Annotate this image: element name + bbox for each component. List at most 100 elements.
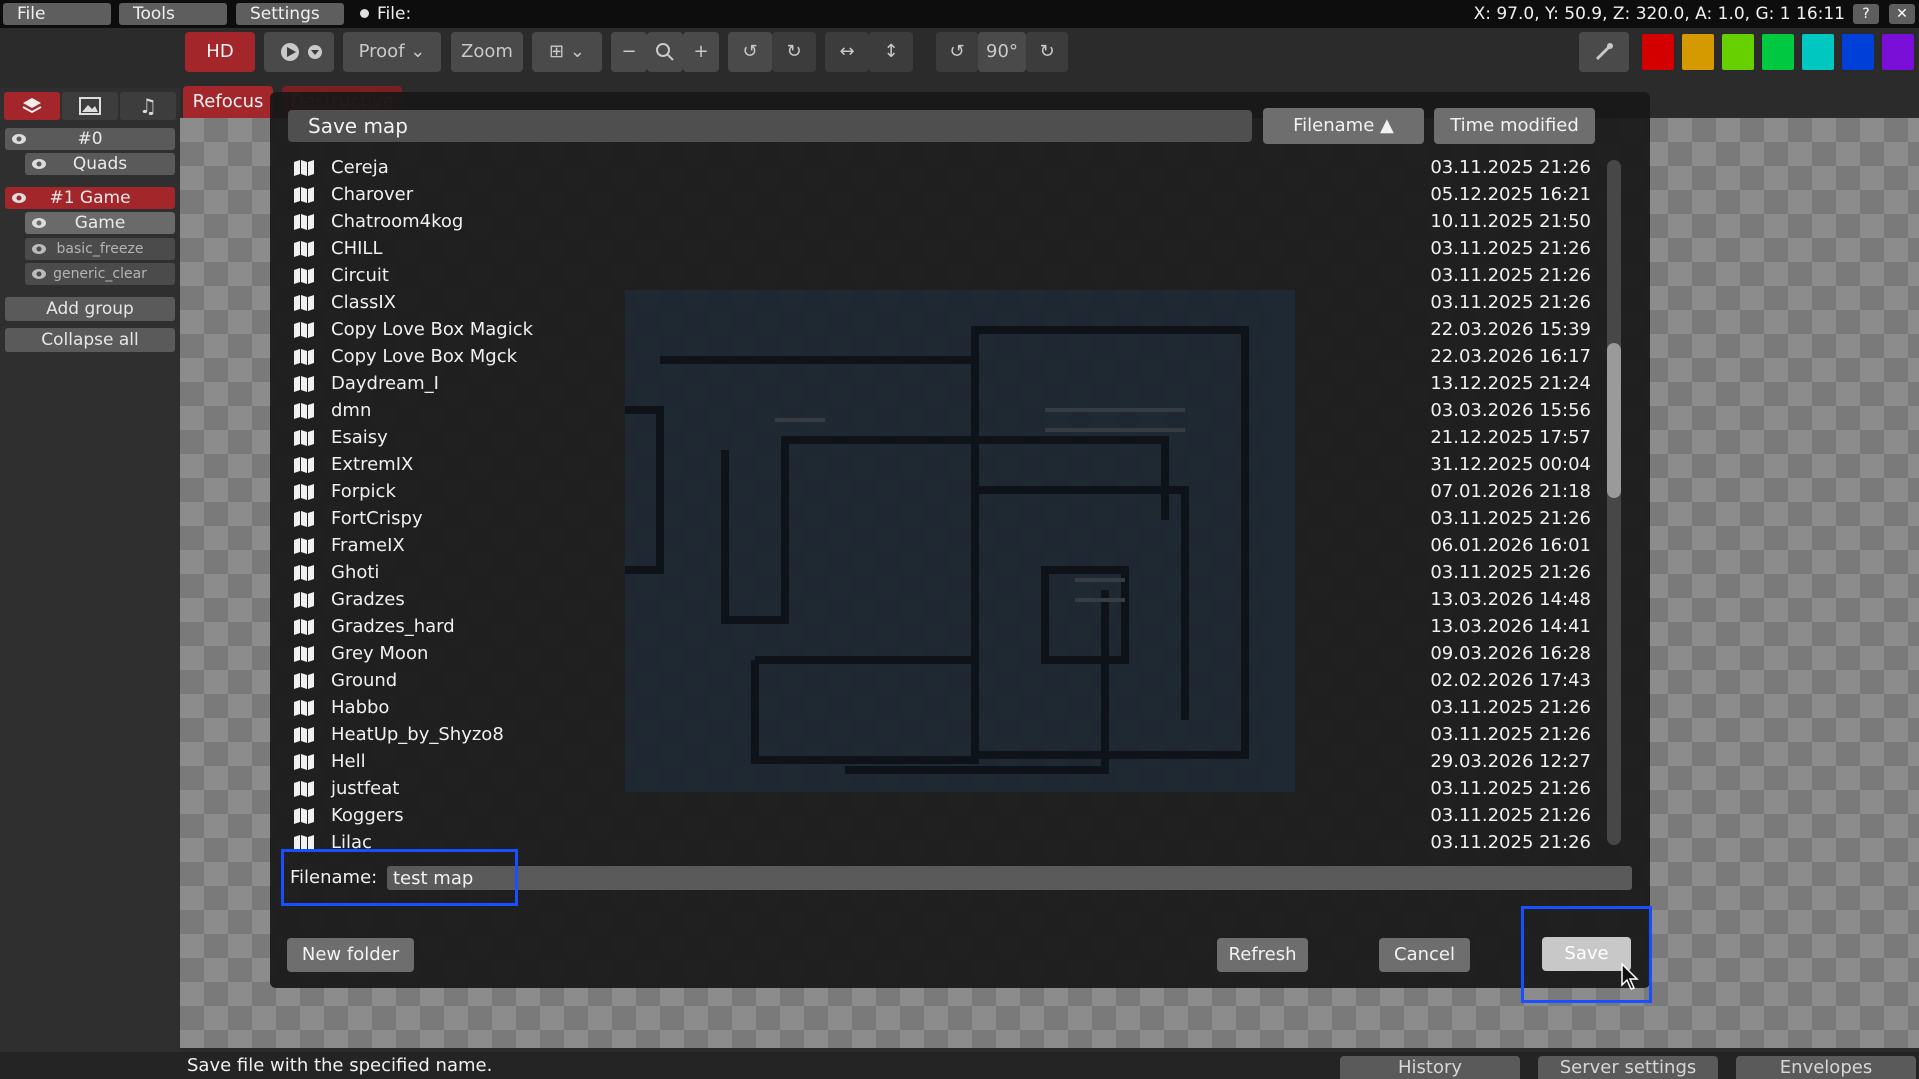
status-readout: X: 97.0, Y: 50.9, Z: 320.0, A: 1.0, G: 1… — [1473, 4, 1845, 24]
map-file-icon — [294, 241, 314, 257]
file-list-item[interactable]: Charover 05.12.2025 16:21 — [288, 181, 1603, 208]
sort-by-filename-button[interactable]: Filename ▲ — [1263, 108, 1424, 144]
file-menu[interactable]: File — [3, 3, 111, 25]
file-list-item[interactable]: Koggers 03.11.2025 21:26 — [288, 802, 1603, 829]
tab-images[interactable] — [62, 92, 118, 120]
collapse-all-button[interactable]: Collapse all — [5, 328, 175, 352]
rotate-right-button[interactable]: ↻ — [1026, 32, 1068, 72]
file-list-item[interactable]: Copy Love Box Mgck 22.03.2026 16:17 — [288, 343, 1603, 370]
sort-by-time-button[interactable]: Time modified — [1434, 108, 1595, 144]
file-list-item[interactable]: Hell 29.03.2026 12:27 — [288, 748, 1603, 775]
new-folder-button[interactable]: New folder — [287, 938, 414, 972]
zoom-button[interactable]: Zoom — [451, 32, 523, 72]
flip-horizontal-button[interactable]: ↔ — [825, 32, 869, 72]
toolbar: HD Proof ⌄ Zoom ⊞ ⌄ − + ↺ ↻ ↔ ↕ ↺ 90° ↻ — [180, 32, 1919, 72]
file-list-item[interactable]: Daydream_I 13.12.2025 21:24 — [288, 370, 1603, 397]
file-list-item[interactable]: FortCrispy 03.11.2025 21:26 — [288, 505, 1603, 532]
add-group-button[interactable]: Add group — [5, 297, 175, 321]
map-file-icon — [294, 727, 314, 743]
group-0[interactable]: #0 — [5, 128, 175, 150]
rotate-left-button[interactable]: ↺ — [936, 32, 978, 72]
file-list-item[interactable]: Habbo 03.11.2025 21:26 — [288, 694, 1603, 721]
eye-icon[interactable] — [31, 157, 47, 171]
tab-sounds[interactable]: ♫ — [120, 92, 176, 120]
hd-button[interactable]: HD — [185, 32, 255, 72]
file-list-item[interactable]: Grey Moon 09.03.2026 16:28 — [288, 640, 1603, 667]
map-file-icon — [294, 322, 314, 338]
file-list-item[interactable]: Gradzes_hard 13.03.2026 14:41 — [288, 613, 1603, 640]
file-list-item[interactable]: Forpick 07.01.2026 21:18 — [288, 478, 1603, 505]
file-list-item[interactable]: Lilac 03.11.2025 21:26 — [288, 829, 1603, 850]
file-list-item[interactable]: Ground 02.02.2026 17:43 — [288, 667, 1603, 694]
tab-server-settings[interactable]: Server settings — [1538, 1056, 1718, 1079]
zoom-out-button[interactable]: − — [611, 32, 647, 72]
color-swatch[interactable] — [1760, 32, 1796, 72]
file-list-item[interactable]: Chatroom4kog 10.11.2025 21:50 — [288, 208, 1603, 235]
color-picker-button[interactable] — [1579, 32, 1629, 72]
refocus-button[interactable]: Refocus — [183, 86, 273, 118]
file-list-item[interactable]: Circuit 03.11.2025 21:26 — [288, 262, 1603, 289]
color-swatch[interactable] — [1640, 32, 1676, 72]
color-swatch[interactable] — [1680, 32, 1716, 72]
tab-layers[interactable] — [4, 92, 60, 120]
tools-menu[interactable]: Tools — [119, 3, 227, 25]
file-list-item[interactable]: Gradzes 13.03.2026 14:48 — [288, 586, 1603, 613]
map-file-icon — [294, 349, 314, 365]
group-1-game[interactable]: #1 Game — [5, 187, 175, 209]
file-list-item[interactable]: Esaisy 21.12.2025 17:57 — [288, 424, 1603, 451]
zoom-reset-button[interactable] — [647, 32, 683, 72]
scrollbar-track[interactable] — [1607, 160, 1621, 845]
file-modified-time: 22.03.2026 16:17 — [1430, 346, 1591, 367]
file-list-item[interactable]: Copy Love Box Magick 22.03.2026 15:39 — [288, 316, 1603, 343]
zoom-in-button[interactable]: + — [683, 32, 719, 72]
file-modified-time: 03.11.2025 21:26 — [1430, 157, 1591, 178]
layer-quads[interactable]: Quads — [25, 153, 175, 175]
tab-envelopes[interactable]: Envelopes — [1736, 1056, 1916, 1079]
color-swatch[interactable] — [1840, 32, 1876, 72]
file-modified-time: 31.12.2025 00:04 — [1430, 454, 1591, 475]
color-swatch[interactable] — [1720, 32, 1756, 72]
rotation-amount[interactable]: 90° — [978, 32, 1026, 72]
tab-history[interactable]: History — [1340, 1056, 1520, 1079]
layer-game[interactable]: Game — [25, 212, 175, 234]
map-file-icon — [294, 565, 314, 581]
undo-button[interactable]: ↺ — [728, 32, 772, 72]
file-list-item[interactable]: FrameIX 06.01.2026 16:01 — [288, 532, 1603, 559]
settings-menu[interactable]: Settings — [236, 3, 344, 25]
proof-button[interactable]: Proof ⌄ — [343, 32, 441, 72]
map-file-icon — [294, 700, 314, 716]
scrollbar-thumb[interactable] — [1607, 343, 1621, 498]
layer-basic-freeze[interactable]: basic_freeze — [25, 238, 175, 260]
help-button[interactable]: ? — [1853, 4, 1879, 24]
layer-generic-clear[interactable]: generic_clear — [25, 263, 175, 285]
refresh-button[interactable]: Refresh — [1217, 938, 1308, 972]
eye-icon[interactable] — [31, 267, 47, 281]
file-list-item[interactable]: Cereja 03.11.2025 21:26 — [288, 154, 1603, 181]
close-button[interactable]: ✕ — [1889, 4, 1915, 24]
file-list-item[interactable]: dmn 03.03.2026 15:56 — [288, 397, 1603, 424]
file-list-item[interactable]: HeatUp_by_Shyzo8 03.11.2025 21:26 — [288, 721, 1603, 748]
file-list-item[interactable]: ExtremIX 31.12.2025 00:04 — [288, 451, 1603, 478]
color-swatch[interactable] — [1880, 32, 1916, 72]
grid-button[interactable]: ⊞ ⌄ — [532, 32, 602, 72]
file-list-item[interactable]: ClassIX 03.11.2025 21:26 — [288, 289, 1603, 316]
filename-input[interactable] — [387, 866, 1632, 890]
map-file-icon — [294, 403, 314, 419]
map-file-icon — [294, 592, 314, 608]
cancel-button[interactable]: Cancel — [1379, 938, 1470, 972]
play-button[interactable] — [264, 32, 334, 72]
file-list-item[interactable]: Ghoti 03.11.2025 21:26 — [288, 559, 1603, 586]
map-file-icon — [294, 646, 314, 662]
flip-vertical-button[interactable]: ↕ — [869, 32, 913, 72]
eye-icon[interactable] — [11, 132, 27, 146]
file-name: Copy Love Box Mgck — [331, 346, 518, 367]
redo-button[interactable]: ↻ — [772, 32, 816, 72]
file-list: Cereja 03.11.2025 21:26 Charover 05.12.2… — [288, 154, 1603, 850]
eye-icon[interactable] — [31, 216, 47, 230]
color-swatch[interactable] — [1800, 32, 1836, 72]
file-list-item[interactable]: justfeat 03.11.2025 21:26 — [288, 775, 1603, 802]
eye-icon[interactable] — [11, 191, 27, 205]
eye-icon[interactable] — [31, 242, 47, 256]
file-list-item[interactable]: CHILL 03.11.2025 21:26 — [288, 235, 1603, 262]
map-file-icon — [294, 484, 314, 500]
